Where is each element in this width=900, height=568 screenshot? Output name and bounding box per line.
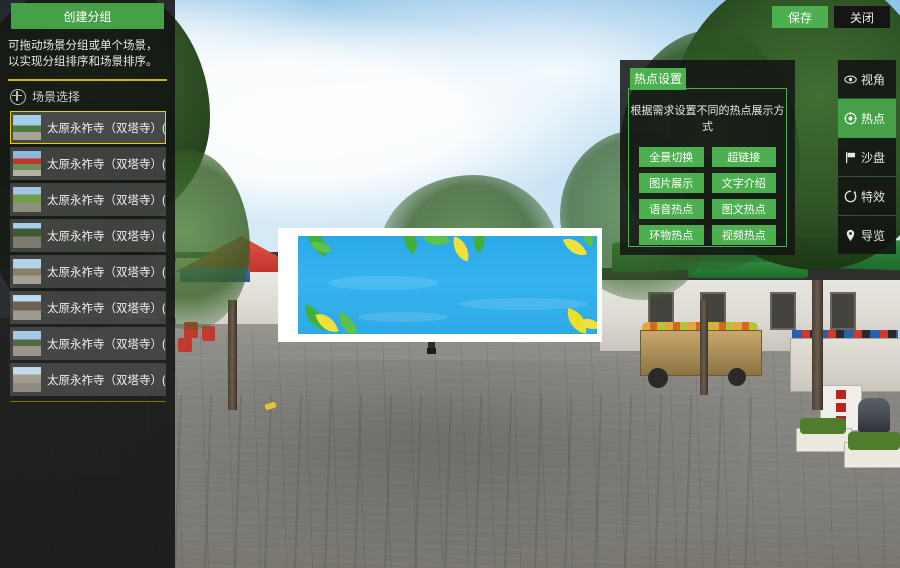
scene-item-label: 太原永祚寺（双塔寺）(3): [47, 230, 165, 243]
leaf-decoration-icon: [450, 236, 472, 262]
toolbar-item-label: 特效: [861, 189, 886, 204]
toolbar-item-label: 沙盘: [861, 150, 886, 165]
scene-thumbnail: [13, 187, 41, 212]
sidebar-divider: [8, 79, 167, 81]
scene-list-item[interactable]: 太原永祚寺（双塔寺）(3): [10, 219, 166, 252]
hotspot-settings-panel: 热点设置 根据需求设置不同的热点展示方式 全景切换 超链接 图片展示 文字介绍 …: [620, 60, 795, 255]
ground-shadow: [120, 360, 740, 568]
panorama-editor: 创建分组 可拖动场景分组或单个场景，以实现分组排序和场景排序。 场景选择 太原永…: [0, 0, 900, 568]
hotspot-type-image-text[interactable]: 图文热点: [711, 199, 776, 219]
scene-list-item[interactable]: 太原永祚寺（双塔寺）(4): [10, 255, 166, 288]
close-button[interactable]: 关闭: [834, 6, 890, 28]
leaf-decoration-icon: [394, 236, 426, 255]
target-icon: [844, 111, 857, 125]
cart-wheel: [728, 368, 746, 386]
right-toolbar: 视角 热点 沙盘 特效 导览: [838, 60, 896, 254]
eye-icon: [844, 73, 857, 86]
scene-item-label: 太原永祚寺（双塔寺）(7): [47, 374, 165, 387]
scene-item-label: 太原永祚寺（双塔寺）(4): [47, 266, 165, 279]
hotspot-preview-overlay[interactable]: [278, 228, 602, 342]
spinner-icon: [844, 190, 857, 203]
hotspot-preview-canvas[interactable]: [298, 236, 597, 334]
toolbar-item-effects[interactable]: 特效: [838, 177, 896, 216]
pedestrian-shadow: [427, 348, 436, 354]
scene-thumbnail: [13, 367, 41, 392]
cloud-streak: [358, 312, 448, 322]
scene-list[interactable]: 太原永祚寺（双塔寺）(8) 太原永祚寺（双塔寺）(1) 太原永祚寺（双塔寺）(2…: [10, 111, 166, 402]
vendor-person: [858, 398, 890, 432]
window: [770, 292, 796, 330]
scene-list-item[interactable]: 太原永祚寺（双塔寺）(6): [10, 327, 166, 360]
scene-sidebar: 创建分组 可拖动场景分组或单个场景，以实现分组排序和场景排序。 场景选择 太原永…: [0, 0, 175, 568]
tree-trunk: [228, 300, 237, 410]
scene-section-header: 场景选择: [10, 88, 175, 105]
toolbar-item-view[interactable]: 视角: [838, 60, 896, 99]
scene-list-item[interactable]: 太原永祚寺（双塔寺）(8): [10, 111, 166, 144]
hotspot-type-object[interactable]: 环物热点: [639, 225, 704, 245]
hotspot-type-text[interactable]: 文字介绍: [711, 173, 776, 193]
hotspot-type-pano-switch[interactable]: 全景切换: [639, 147, 704, 167]
grid-circle-icon: [10, 88, 26, 105]
market-stall: [790, 338, 900, 392]
leaf-decoration-icon: [465, 236, 493, 254]
hotspot-type-grid: 全景切换 超链接 图片展示 文字介绍 语音热点 图文热点 环物热点 视频热点: [639, 147, 776, 245]
scene-item-label: 太原永祚寺（双塔寺）(5): [47, 302, 165, 315]
hotspot-settings-tab[interactable]: 热点设置: [630, 68, 686, 90]
top-action-bar: 保存 关闭: [772, 6, 890, 28]
toolbar-item-label: 热点: [861, 111, 886, 126]
hotspot-settings-body: 根据需求设置不同的热点展示方式 全景切换 超链接 图片展示 文字介绍 语音热点 …: [628, 88, 787, 247]
scene-thumbnail: [13, 259, 41, 284]
toolbar-item-sandtable[interactable]: 沙盘: [838, 138, 896, 177]
scene-item-label: 太原永祚寺（双塔寺）(6): [47, 338, 165, 351]
scene-thumbnail: [13, 295, 41, 320]
hotspot-description: 根据需求设置不同的热点展示方式: [630, 105, 785, 133]
cloud-streak: [328, 276, 438, 290]
toolbar-item-hotspot[interactable]: 热点: [838, 99, 896, 138]
chair: [178, 338, 192, 352]
scene-list-item[interactable]: 太原永祚寺（双塔寺）(7): [10, 363, 166, 396]
scene-thumbnail: [13, 223, 41, 248]
save-button[interactable]: 保存: [772, 6, 828, 28]
create-group-button[interactable]: 创建分组: [11, 3, 164, 29]
scene-thumbnail: [13, 115, 41, 140]
hotspot-type-image[interactable]: 图片展示: [639, 173, 704, 193]
leaf-decoration-icon: [315, 310, 339, 334]
chair: [202, 326, 215, 341]
sidebar-hint-text: 可拖动场景分组或单个场景，以实现分组排序和场景排序。: [8, 40, 158, 68]
toolbar-item-guide[interactable]: 导览: [838, 216, 896, 254]
scene-list-item[interactable]: 太原永祚寺（双塔寺）(2): [10, 183, 166, 216]
toolbar-item-label: 导览: [861, 228, 886, 243]
map-pin-icon: [844, 229, 857, 242]
scene-list-item[interactable]: 太原永祚寺（双塔寺）(5): [10, 291, 166, 324]
window: [830, 292, 856, 330]
scene-item-label: 太原永祚寺（双塔寺）(1): [47, 158, 165, 171]
toolbar-item-label: 视角: [861, 72, 886, 87]
scene-item-label: 太原永祚寺（双塔寺）(8): [47, 122, 165, 135]
tree-trunk: [812, 280, 823, 410]
tree-trunk: [700, 300, 708, 395]
vegetables: [848, 432, 900, 450]
leaf-decoration-icon: [423, 236, 451, 253]
hotspot-type-hyperlink[interactable]: 超链接: [711, 147, 776, 167]
cart-wheel: [648, 368, 668, 388]
hotspot-type-video[interactable]: 视频热点: [711, 225, 776, 245]
vegetables: [800, 418, 846, 434]
hotspot-type-audio[interactable]: 语音热点: [639, 199, 704, 219]
flag-icon: [844, 151, 857, 164]
scene-list-item[interactable]: 太原永祚寺（双塔寺）(1): [10, 147, 166, 180]
scene-item-label: 太原永祚寺（双塔寺）(2): [47, 194, 165, 207]
scene-section-title: 场景选择: [32, 90, 81, 104]
scene-thumbnail: [13, 331, 41, 356]
scene-thumbnail: [13, 151, 41, 176]
